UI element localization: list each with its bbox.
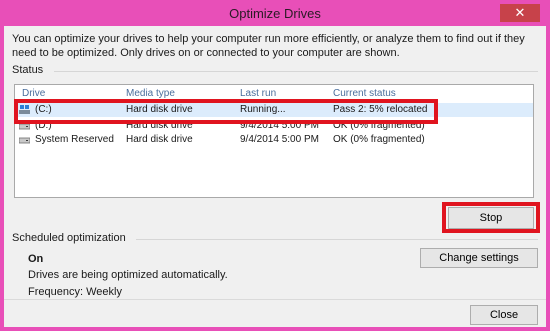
window-title: Optimize Drives xyxy=(229,6,321,21)
hard-drive-icon xyxy=(19,137,30,144)
footer-divider xyxy=(4,299,546,300)
close-button[interactable]: Close xyxy=(470,305,538,325)
scheduled-divider xyxy=(136,239,538,240)
stop-highlight-annotation xyxy=(442,202,540,233)
schedule-frequency: Frequency: Weekly xyxy=(28,286,122,298)
scheduled-section-label: Scheduled optimization xyxy=(12,232,126,244)
description-text: You can optimize your drives to help you… xyxy=(12,33,525,59)
media-type: Hard disk drive xyxy=(126,134,193,145)
column-header-last-run[interactable]: Last run xyxy=(240,88,276,99)
column-header-media-type[interactable]: Media type xyxy=(126,88,175,99)
change-settings-button[interactable]: Change settings xyxy=(420,248,538,268)
drive-row-system-reserved[interactable]: System Reserved Hard disk drive 9/4/2014… xyxy=(15,133,533,147)
close-icon[interactable]: ✕ xyxy=(500,4,540,22)
schedule-state: On xyxy=(28,253,44,265)
row-highlight-annotation xyxy=(14,99,438,124)
title-bar[interactable]: Optimize Drives ✕ xyxy=(4,4,546,26)
drive-name: System Reserved xyxy=(35,134,114,145)
last-run: 9/4/2014 5:00 PM xyxy=(240,134,319,145)
schedule-detail: Drives are being optimized automatically… xyxy=(28,269,228,281)
column-header-current-status[interactable]: Current status xyxy=(333,88,396,99)
current-status: OK (0% fragmented) xyxy=(333,134,425,145)
status-divider xyxy=(54,71,538,72)
column-header-drive[interactable]: Drive xyxy=(22,88,45,99)
status-section-label: Status xyxy=(12,64,44,76)
optimize-drives-window: Optimize Drives ✕ You can optimize your … xyxy=(0,0,550,331)
